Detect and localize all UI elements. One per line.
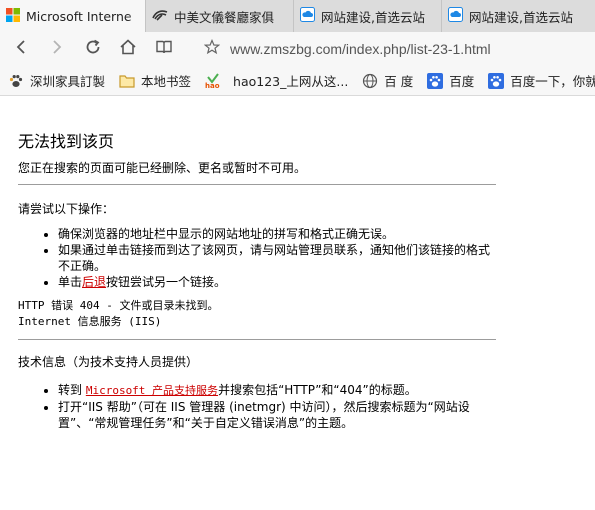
cloud-icon — [300, 7, 315, 25]
svg-text:hao: hao — [205, 82, 220, 89]
list-item: 确保浏览器的地址栏中显示的网站地址的拼写和格式正确无误。 — [58, 226, 496, 242]
bookmark-label: 百 度 — [384, 74, 414, 89]
divider — [18, 184, 496, 185]
bookmark-item[interactable]: hao hao123_上网从这... — [205, 71, 348, 90]
sunflower-logo-icon — [152, 9, 168, 24]
refresh-button[interactable] — [80, 36, 106, 62]
tab-yunzhan-2[interactable]: 网站建设,首选云站 — [442, 0, 595, 32]
list-item: 如果通过单击链接而到达了该网页，请与网站管理员联系，通知他们该链接的格式不正确。 — [58, 242, 496, 274]
page-title: 无法找到该页 — [18, 132, 115, 151]
navigation-toolbar: www.zmszbg.com/index.php/list-23-1.html — [0, 32, 595, 66]
folder-icon — [119, 73, 135, 89]
tab-furniture[interactable]: 中美文儀餐廳家俱 — [146, 0, 294, 32]
url-text[interactable]: www.zmszbg.com/index.php/list-23-1.html — [230, 41, 491, 57]
back-button[interactable] — [8, 36, 34, 62]
arrow-left-icon — [13, 39, 29, 59]
cloud-icon — [448, 7, 463, 25]
tab-label: Microsoft Interne — [26, 8, 132, 24]
list-item: 转到 Microsoft 产品支持服务并搜索包括“HTTP”和“404”的标题。 — [58, 382, 496, 399]
bookmark-label: hao123_上网从这... — [233, 74, 349, 89]
list-item: 打开“IIS 帮助”（可在 IIS 管理器 (inetmgr) 中访问），然后搜… — [58, 399, 496, 431]
globe-icon — [362, 73, 378, 89]
bookmark-label: 百度 — [449, 74, 475, 89]
tab-label: 中美文儀餐廳家俱 — [174, 9, 275, 25]
bookmark-label: 深圳家具訂製 — [30, 74, 106, 89]
star-icon[interactable] — [203, 38, 221, 59]
try-list: 确保浏览器的地址栏中显示的网站地址的拼写和格式正确无误。 如果通过单击链接而到达… — [18, 226, 496, 290]
hao123-logo-icon: hao — [205, 72, 227, 89]
bookmark-folder[interactable]: 本地书签 — [119, 71, 191, 90]
bookmarks-bar: 深圳家具訂製 本地书签 hao hao123_上网从这... 百 度 百度 百度… — [0, 66, 595, 96]
baidu-paw-icon — [427, 72, 444, 89]
paw-print-icon — [8, 73, 24, 89]
arrow-right-icon — [49, 39, 65, 59]
tab-label: 网站建设,首选云站 — [321, 9, 425, 25]
back-link[interactable]: 后退 — [82, 275, 106, 289]
try-heading: 请尝试以下操作： — [18, 202, 115, 216]
tab-label: 网站建设,首选云站 — [469, 9, 573, 25]
bookmark-item[interactable]: 深圳家具訂製 — [8, 71, 105, 90]
reading-view-button[interactable] — [151, 36, 177, 62]
tech-list: 转到 Microsoft 产品支持服务并搜索包括“HTTP”和“404”的标题。… — [18, 382, 496, 431]
bookmark-item[interactable]: 百 度 — [362, 71, 413, 90]
refresh-icon — [84, 38, 102, 60]
home-icon — [119, 38, 137, 60]
home-button[interactable] — [115, 36, 141, 62]
windows-logo-icon — [6, 7, 20, 25]
divider — [18, 339, 496, 340]
bookmark-label: 本地书签 — [141, 74, 192, 89]
ms-support-link[interactable]: Microsoft 产品支持服务 — [86, 384, 218, 397]
tech-heading: 技术信息（为技术支持人员提供） — [18, 355, 199, 369]
http-error-code: HTTP 错误 404 - 文件或目录未找到。 — [18, 299, 219, 312]
bookmark-item[interactable]: 百度 — [427, 71, 474, 90]
address-bar[interactable]: www.zmszbg.com/index.php/list-23-1.html — [196, 36, 595, 62]
bookmark-item[interactable]: 百度一下，你就 — [488, 71, 595, 90]
book-icon — [155, 38, 173, 60]
page-subtitle: 您正在搜索的页面可能已经删除、更名或暂时不可用。 — [18, 161, 307, 175]
tab-yunzhan-1[interactable]: 网站建设,首选云站 — [294, 0, 442, 32]
iis-service-label: Internet 信息服务 (IIS) — [18, 315, 162, 328]
tab-microsoft-internet[interactable]: Microsoft Interne — [0, 0, 146, 32]
bookmark-label: 百度一下，你就 — [510, 74, 595, 89]
error-page-content: 无法找到该页 您正在搜索的页面可能已经删除、更名或暂时不可用。 请尝试以下操作：… — [18, 96, 496, 431]
tab-strip: Microsoft Interne 中美文儀餐廳家俱 网站建设,首选云站 网站建… — [0, 0, 595, 32]
baidu-paw-icon — [488, 72, 505, 89]
forward-button[interactable] — [44, 36, 70, 62]
list-item: 单击后退按钮尝试另一个链接。 — [58, 274, 496, 290]
